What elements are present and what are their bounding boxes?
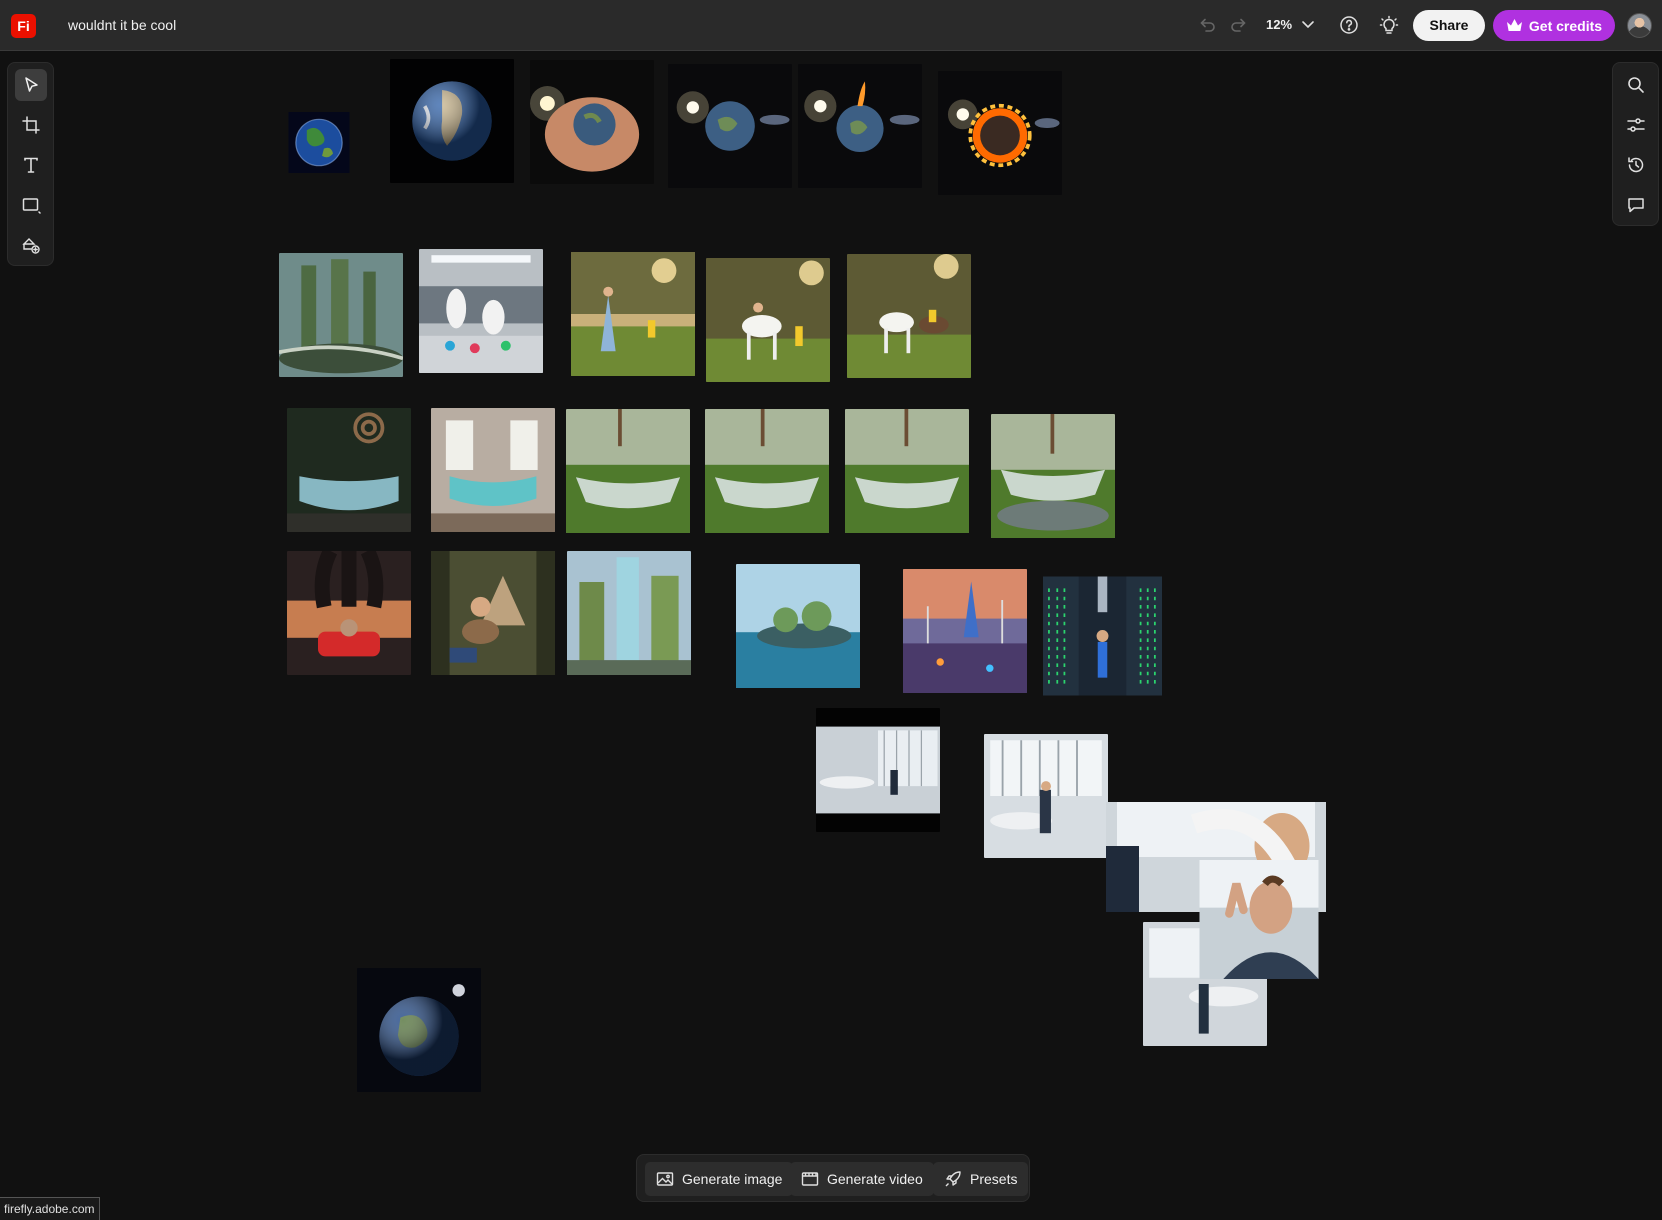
rocket-icon	[945, 1171, 961, 1187]
chevron-down-icon	[1302, 21, 1314, 29]
image-icon	[656, 1172, 674, 1186]
canvas-image[interactable]	[431, 551, 555, 675]
canvas-image[interactable]	[567, 551, 691, 675]
lightbulb-icon[interactable]	[1378, 14, 1400, 36]
canvas-image[interactable]	[287, 408, 411, 532]
canvas-image[interactable]	[845, 409, 969, 533]
generate-image-label: Generate image	[682, 1171, 783, 1187]
firefly-logo[interactable]: Fi	[11, 14, 36, 38]
canvas-image[interactable]	[668, 64, 792, 188]
user-avatar[interactable]	[1627, 13, 1652, 38]
canvas-image[interactable]	[938, 71, 1062, 195]
canvas-image[interactable]	[984, 734, 1108, 858]
get-credits-button[interactable]: Get credits	[1493, 10, 1615, 41]
share-button[interactable]: Share	[1413, 10, 1485, 41]
video-icon	[801, 1172, 819, 1186]
canvas-image[interactable]	[736, 564, 860, 688]
generate-video-label: Generate video	[827, 1171, 923, 1187]
presets-button[interactable]: Presets	[933, 1162, 1029, 1196]
canvas-image[interactable]	[1191, 860, 1327, 979]
canvas-image[interactable]	[431, 408, 555, 532]
crown-icon	[1506, 19, 1522, 31]
canvas-image[interactable]	[991, 414, 1115, 538]
canvas-image[interactable]	[287, 551, 411, 675]
zoom-control[interactable]: 12%	[1266, 16, 1316, 32]
canvas-image[interactable]	[279, 253, 403, 377]
generate-video-button[interactable]: Generate video	[790, 1162, 934, 1196]
canvas-image[interactable]	[706, 258, 830, 382]
canvas-image[interactable]	[530, 60, 654, 184]
help-icon[interactable]	[1338, 14, 1360, 36]
zoom-level: 12%	[1266, 16, 1293, 32]
canvas-image[interactable]	[566, 409, 690, 533]
canvas-image[interactable]	[288, 112, 350, 173]
presets-label: Presets	[970, 1171, 1018, 1187]
generate-bar: Generate image Generate video Presets	[636, 1154, 1030, 1202]
top-bar: Fi wouldnt it be cool 12% Share Get cred…	[0, 0, 1662, 51]
canvas-image[interactable]	[419, 249, 543, 373]
generate-image-button[interactable]: Generate image	[645, 1162, 794, 1196]
canvas-image[interactable]	[357, 968, 481, 1092]
canvas-image[interactable]	[705, 409, 829, 533]
canvas-image[interactable]	[903, 569, 1027, 693]
canvas-image[interactable]	[390, 59, 514, 183]
get-credits-label: Get credits	[1528, 17, 1603, 34]
redo-icon[interactable]	[1228, 14, 1250, 36]
canvas-image[interactable]	[1043, 574, 1162, 698]
status-url: firefly.adobe.com	[0, 1197, 100, 1220]
canvas-image[interactable]	[847, 254, 971, 378]
canvas-image[interactable]	[571, 252, 695, 376]
undo-icon[interactable]	[1196, 14, 1218, 36]
canvas-image[interactable]	[816, 708, 940, 832]
document-title[interactable]: wouldnt it be cool	[68, 17, 176, 33]
canvas-image[interactable]	[798, 64, 922, 188]
